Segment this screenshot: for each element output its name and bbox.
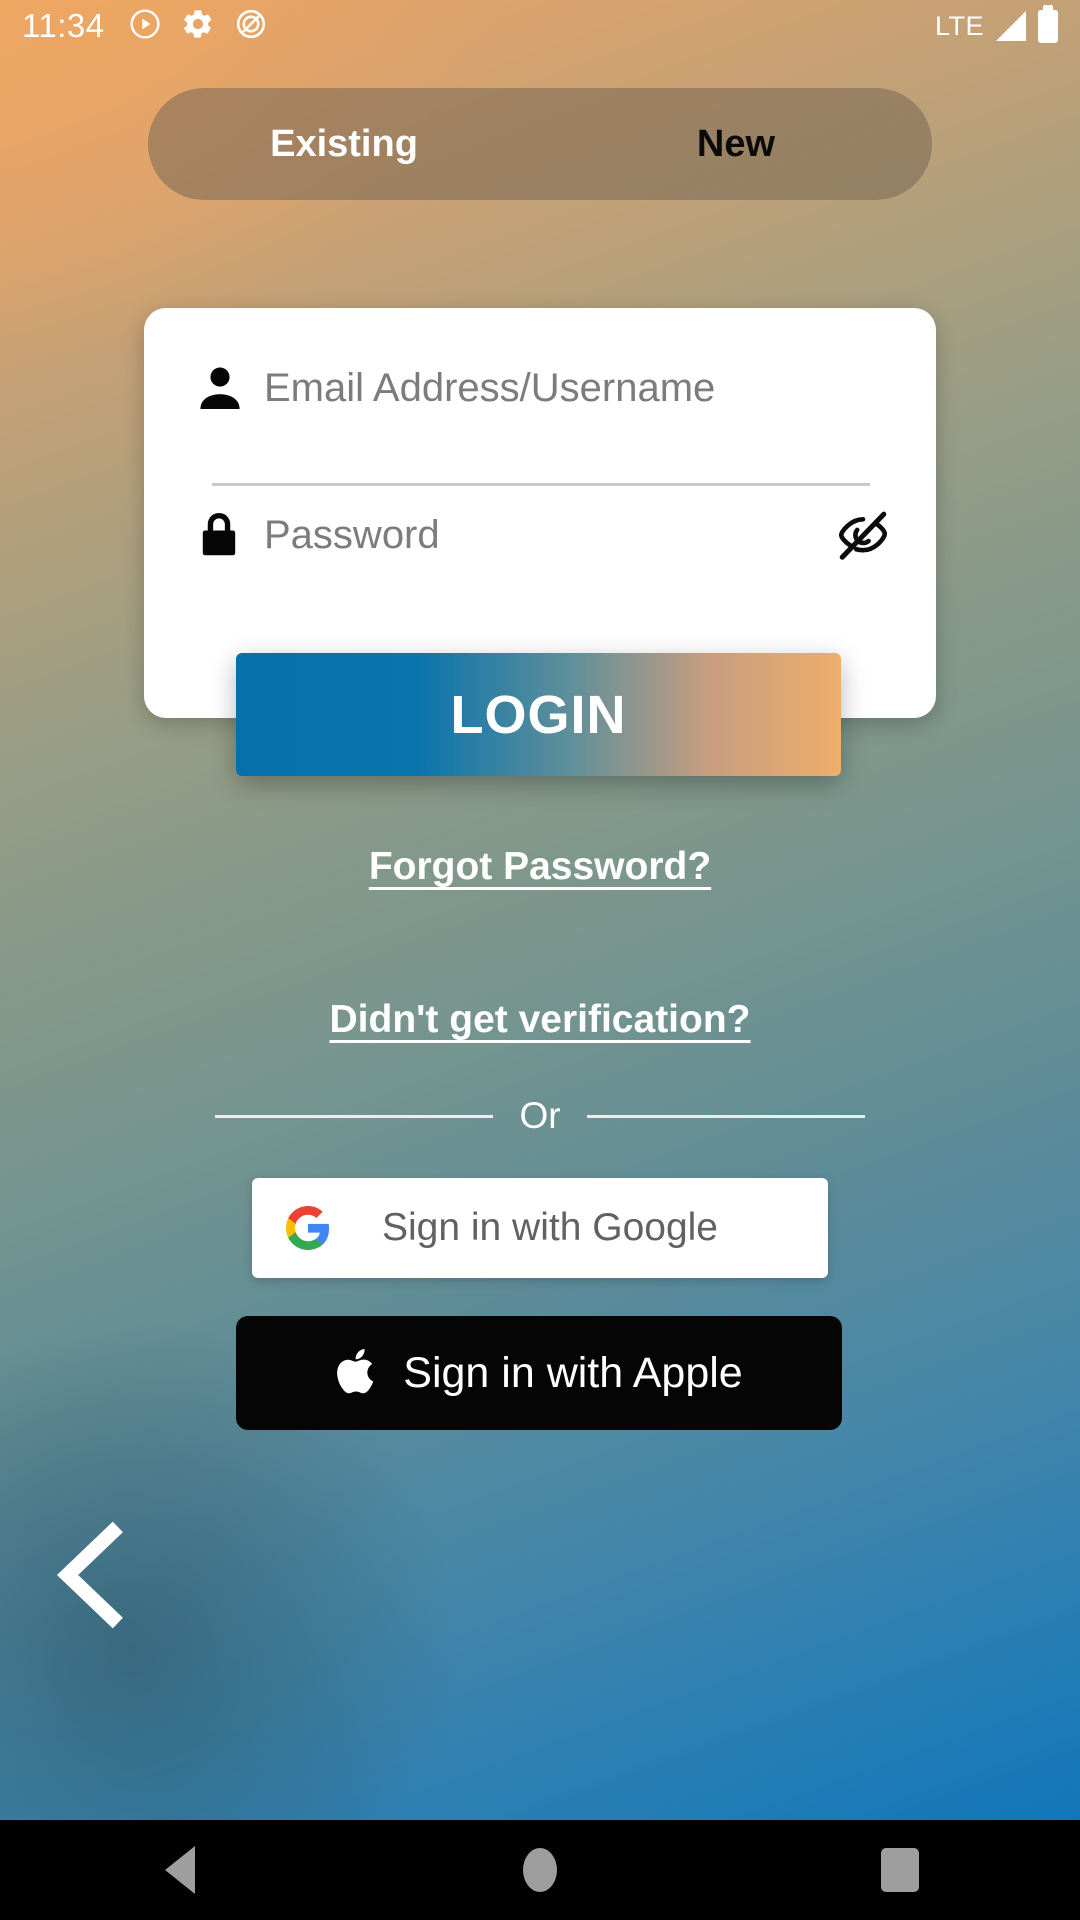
battery-full-icon xyxy=(1038,4,1058,43)
forgot-password-link[interactable]: Forgot Password? xyxy=(0,845,1080,889)
account-mode-toggle: Existing New xyxy=(148,88,932,200)
sign-in-with-apple-button[interactable]: Sign in with Apple xyxy=(236,1316,842,1430)
username-field-row[interactable]: Email Address/Username xyxy=(192,333,892,443)
gear-icon xyxy=(181,7,215,46)
password-field-row[interactable]: Password xyxy=(192,480,892,590)
status-bar-notification-icons xyxy=(129,7,267,46)
nav-recents-button[interactable] xyxy=(720,1848,1080,1892)
play-circle-icon xyxy=(129,8,161,45)
nav-recents-icon xyxy=(881,1848,919,1892)
status-bar: 11:34 LTE xyxy=(0,0,1080,52)
network-type-label: LTE xyxy=(934,10,984,41)
status-bar-clock: 11:34 xyxy=(22,7,105,44)
person-icon xyxy=(192,360,264,416)
phone-screen: 11:34 LTE Existing New Email Address/Use… xyxy=(0,0,1080,1920)
wallpaper-background xyxy=(0,0,1080,1820)
chevron-left-icon[interactable] xyxy=(50,1520,136,1630)
login-button-label: LOGIN xyxy=(450,684,627,745)
tab-existing[interactable]: Existing xyxy=(148,123,540,166)
lock-icon xyxy=(192,508,264,562)
status-bar-system-icons: LTE xyxy=(934,4,1058,43)
nav-home-icon xyxy=(523,1848,557,1892)
google-button-label: Sign in with Google xyxy=(381,1206,719,1249)
resend-verification-link[interactable]: Didn't get verification? xyxy=(0,998,1080,1042)
tab-new[interactable]: New xyxy=(540,123,932,166)
apple-button-label: Sign in with Apple xyxy=(403,1348,743,1397)
username-input[interactable]: Email Address/Username xyxy=(264,366,892,411)
nav-back-icon xyxy=(165,1846,195,1894)
eye-off-icon[interactable] xyxy=(822,506,892,564)
signal-bars-icon xyxy=(996,11,1026,41)
do-not-disturb-icon xyxy=(235,8,267,45)
divider-line-left xyxy=(215,1114,494,1118)
segmented-control: Existing New xyxy=(148,88,932,200)
system-navigation-bar xyxy=(0,1820,1080,1920)
sign-in-with-google-button[interactable]: Sign in with Google xyxy=(252,1178,828,1278)
login-button[interactable]: LOGIN xyxy=(236,653,841,776)
google-g-icon xyxy=(284,1204,332,1252)
nav-home-button[interactable] xyxy=(360,1848,720,1892)
or-divider: Or xyxy=(215,1095,866,1137)
or-label: Or xyxy=(519,1095,561,1136)
password-input[interactable]: Password xyxy=(264,513,822,558)
apple-logo-icon xyxy=(335,1345,381,1402)
divider-line-right xyxy=(586,1114,866,1118)
nav-back-button[interactable] xyxy=(0,1846,360,1894)
